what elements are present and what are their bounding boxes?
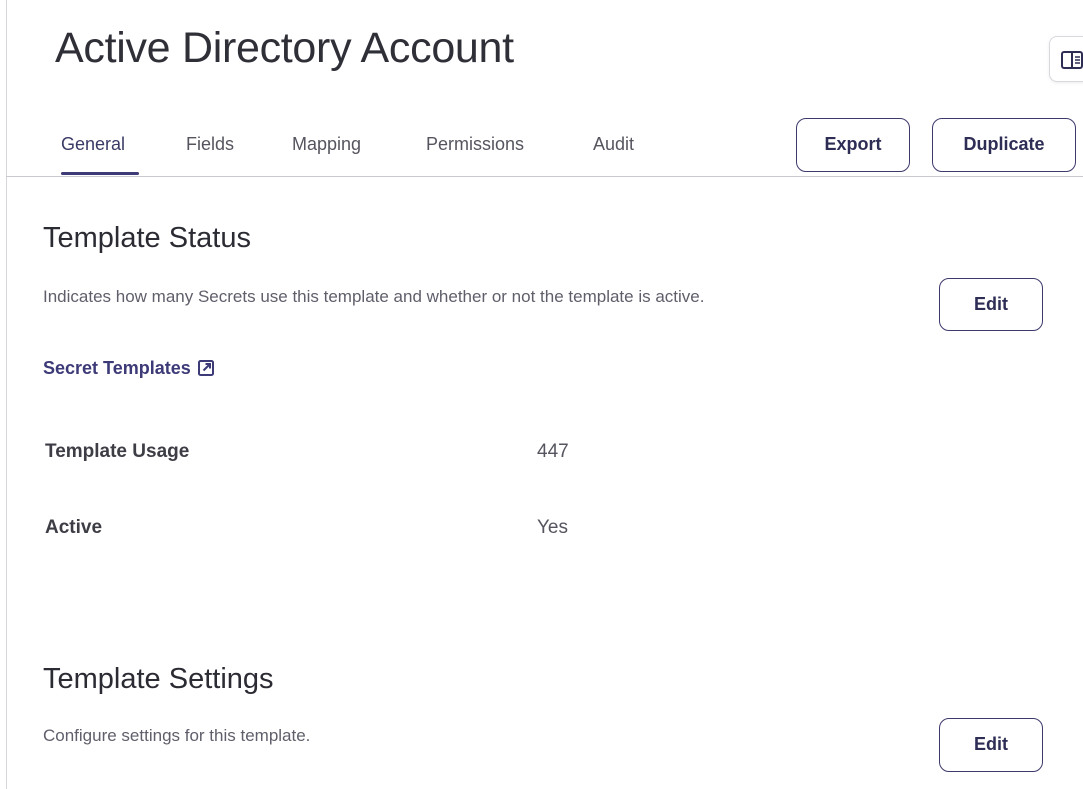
page-title: Active Directory Account — [55, 24, 514, 72]
secret-templates-link[interactable]: Secret Templates — [43, 358, 215, 379]
header-divider — [6, 176, 1083, 177]
tab-general[interactable]: General — [61, 120, 139, 176]
tab-permissions[interactable]: Permissions — [426, 120, 524, 176]
template-usage-value: 447 — [537, 441, 569, 462]
secret-templates-link-label: Secret Templates — [43, 358, 191, 378]
template-usage-label: Template Usage — [45, 441, 190, 462]
side-panel-toggle-button[interactable] — [1049, 36, 1083, 82]
template-status-edit-button[interactable]: Edit — [939, 278, 1043, 331]
template-settings-title: Template Settings — [43, 663, 274, 695]
template-status-title: Template Status — [43, 222, 251, 254]
external-link-icon — [197, 360, 214, 376]
template-settings-edit-button[interactable]: Edit — [939, 718, 1043, 772]
template-status-description: Indicates how many Secrets use this temp… — [43, 287, 705, 306]
tab-fields[interactable]: Fields — [186, 120, 234, 176]
template-detail-page: Active Directory Account General Fields … — [0, 0, 1083, 789]
template-settings-description: Configure settings for this template. — [43, 726, 311, 745]
export-button[interactable]: Export — [796, 118, 910, 172]
side-panel-icon — [1061, 51, 1083, 69]
tab-mapping[interactable]: Mapping — [292, 120, 361, 176]
tab-audit[interactable]: Audit — [593, 120, 634, 176]
active-label: Active — [45, 517, 103, 538]
left-divider — [6, 0, 7, 789]
active-value: Yes — [537, 517, 568, 538]
duplicate-button[interactable]: Duplicate — [932, 118, 1076, 172]
